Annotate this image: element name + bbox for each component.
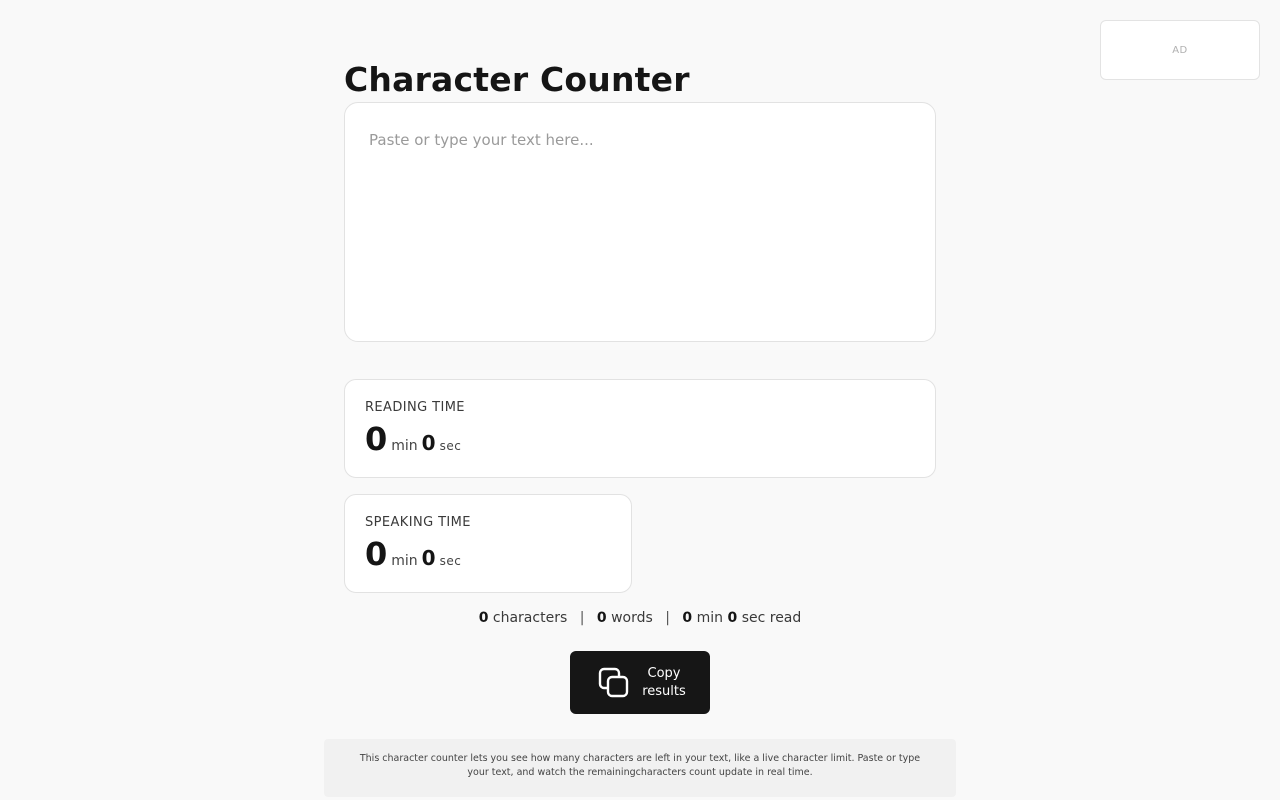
summary-separator: | (579, 610, 585, 626)
copy-icon (598, 667, 629, 697)
reading-min-unit: min (391, 438, 418, 454)
page-title: Character Counter (344, 60, 690, 99)
reading-minutes: 0 (365, 420, 388, 458)
speaking-min-unit: min (391, 553, 418, 569)
summary-stats: 0 characters | 0 words | 0 min 0 sec rea… (344, 608, 936, 628)
footer-description: This character counter lets you see how … (324, 739, 956, 797)
summary-read-seconds: 0 (727, 610, 738, 626)
speaking-time-value: 0 min 0 sec (365, 535, 611, 580)
summary-words-label: words (611, 610, 653, 626)
copy-results-button[interactable]: Copy results (570, 651, 710, 714)
summary-characters-label: characters (492, 610, 568, 626)
copy-results-label: Copy results (642, 665, 686, 699)
text-input[interactable] (344, 102, 936, 342)
summary-read-minutes: 0 (682, 610, 693, 626)
summary-read-min-label: min (696, 610, 724, 626)
summary-read-sec-label: sec read (741, 610, 802, 626)
speaking-minutes: 0 (365, 535, 388, 573)
speaking-sec-unit: sec (439, 554, 462, 568)
summary-characters-count: 0 (478, 610, 489, 626)
reading-time-value: 0 min 0 sec (365, 420, 915, 465)
speaking-seconds: 0 (421, 546, 436, 570)
reading-time-label: READING TIME (365, 400, 465, 415)
ad-placeholder: AD (1100, 20, 1260, 80)
speaking-time-card: SPEAKING TIME 0 min 0 sec (344, 494, 632, 593)
reading-sec-unit: sec (439, 439, 462, 453)
summary-words-count: 0 (596, 610, 607, 626)
speaking-time-label: SPEAKING TIME (365, 515, 471, 530)
ad-label: AD (1172, 44, 1188, 56)
reading-seconds: 0 (421, 431, 436, 455)
summary-separator: | (665, 610, 670, 626)
reading-time-card: READING TIME 0 min 0 sec (344, 379, 936, 478)
